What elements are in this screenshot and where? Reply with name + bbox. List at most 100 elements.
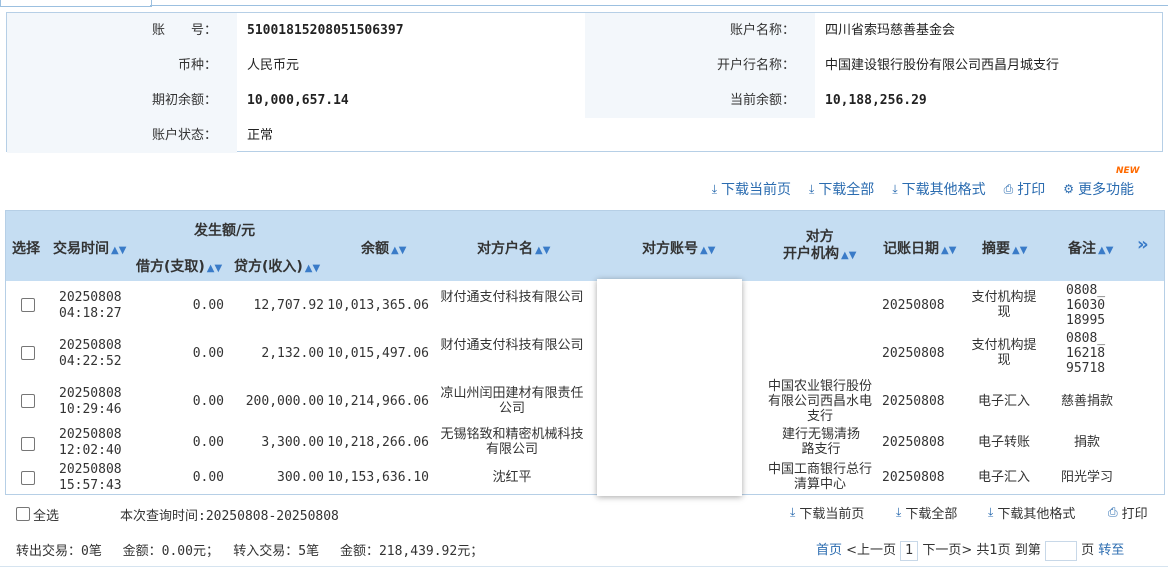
go-button[interactable]: 转至 [1098,543,1124,558]
row-time: 12:02:40 [59,443,122,458]
tab-divider [150,5,1168,6]
footer-download-other-button[interactable]: ⤓ 下载其他格式 [988,503,1075,522]
row-checkbox[interactable] [21,346,35,360]
sort-icon[interactable]: ▲▼ [1098,245,1113,256]
sort-icon[interactable]: ▲▼ [207,263,222,274]
account-name-label: 账户名称： [729,23,795,38]
row-credit: 12,707.92 [253,298,324,313]
credit-header[interactable]: 贷方(收入) ▲▼ [234,256,320,276]
row-debit: 0.00 [192,394,224,409]
currency: 人民币元 [247,58,300,73]
row-counterparty-bank: 中国农业银行股份有限公司西昌水电支行 [768,379,873,424]
footer-summary: 转出交易：0笔 金额：0.00元； 转入交易：5笔 金额：218,439.92元… [0,535,1168,561]
select-all-checkbox[interactable] [16,507,30,521]
table-row[interactable]: 20250808 10:29:46 0.00 200,000.00 10,214… [6,377,1164,425]
row-counterparty-name: 财付通支付科技有限公司 [440,338,584,353]
active-tab[interactable] [0,0,152,7]
time-header-label: 交易时间 [53,241,109,257]
tab-strip [0,0,1168,8]
row-remark: 捐款 [1073,435,1100,450]
row-credit: 300.00 [277,470,324,485]
post-date-header[interactable]: 记账日期 ▲▼ [883,238,956,258]
info-row: 账户状态： 正常 [7,118,1162,153]
current-page[interactable]: 1 [900,540,919,561]
counterparty-name-header[interactable]: 对方户名 ▲▼ [477,238,550,258]
footer-download-page-button[interactable]: ⤓ 下载当前页 [790,503,864,522]
credit-header-label: 贷方(收入) [234,259,303,275]
account-no-label: 账 号： [151,23,217,38]
row-time: 04:22:52 [59,354,122,369]
table-row[interactable]: 20250808 04:18:27 0.00 12,707.92 10,013,… [6,281,1164,329]
sort-icon[interactable]: ▲▼ [841,250,856,261]
footer-print-label: 打印 [1121,507,1148,522]
download-page-button[interactable]: ⤓ 下载当前页 [712,178,791,200]
remark-label: 备注 [1068,241,1096,257]
download-icon: ⤓ [711,181,717,196]
footer-print-button[interactable]: ⎙ 打印 [1108,503,1148,522]
download-icon: ⤓ [892,181,898,196]
row-date: 20250808 [59,338,122,353]
table-row[interactable]: 20250808 04:22:52 0.00 2,132.00 10,015,4… [6,329,1164,377]
row-counterparty-name: 沈红平 [492,470,532,485]
row-summary: 电子转账 [977,435,1030,450]
sort-icon[interactable]: ▲▼ [391,245,406,256]
download-page-label: 下载当前页 [721,182,791,198]
remark-header[interactable]: 备注 ▲▼ [1068,238,1113,258]
prev-page-link[interactable]: <上一页 [846,543,896,558]
sort-icon[interactable]: ▲▼ [305,263,320,274]
table-row[interactable]: 20250808 12:02:40 0.00 3,300.00 10,218,2… [6,425,1164,461]
pagination: 首页 <上一页 1 下一页> 共1页 到第 页 转至 [816,539,1124,561]
sort-icon[interactable]: ▲▼ [700,245,715,256]
more-button[interactable]: ⚙ 更多功能 [1063,178,1134,200]
row-summary: 电子汇入 [977,394,1030,409]
summary-header[interactable]: 摘要 ▲▼ [982,238,1027,258]
print-button[interactable]: ⎙ 打印 [1004,178,1046,200]
first-page-link[interactable]: 首页 [816,543,842,558]
time-header[interactable]: 交易时间 ▲▼ [53,238,126,258]
sort-icon[interactable]: ▲▼ [1012,245,1027,256]
counterparty-account-label: 对方账号 [642,241,698,257]
page-input[interactable] [1044,540,1077,561]
info-row: 账 号： 51001815208051506397 账户名称： 四川省索玛慈善基… [7,13,1162,48]
row-balance: 10,015,497.06 [327,346,429,361]
download-other-button[interactable]: ⤓ 下载其他格式 [892,178,985,200]
counterparty-bank-header[interactable]: 对方 开户机构 ▲▼ [783,229,856,264]
transaction-summary: 转出交易：0笔 金额：0.00元； 转入交易：5笔 金额：218,439.92元… [16,544,484,559]
debit-header[interactable]: 借方(支取) ▲▼ [136,256,222,276]
sort-icon[interactable]: ▲▼ [111,245,126,256]
row-post-date: 20250808 [882,470,945,485]
download-icon: ⤓ [988,505,994,519]
current-balance-label: 当前余额： [729,93,795,108]
row-date: 20250808 [59,427,122,442]
footer-download-page-label: 下载当前页 [799,507,865,522]
row-checkbox[interactable] [21,437,35,451]
bank-label: 开户行名称： [716,58,795,73]
row-checkbox[interactable] [21,298,35,312]
balance-header[interactable]: 余额 ▲▼ [361,238,406,258]
row-post-date: 20250808 [882,298,945,313]
sort-icon[interactable]: ▲▼ [535,245,550,256]
opening-balance: 10,000,657.14 [247,93,349,108]
footer-download-all-button[interactable]: ⤓ 下载全部 [896,503,957,522]
row-balance: 10,214,966.06 [327,394,429,409]
goto-label: 到第 [1014,543,1041,558]
printer-icon: ⎙ [1108,505,1118,519]
opening-balance-label: 期初余额： [151,93,217,108]
sort-icon[interactable]: ▲▼ [941,245,956,256]
download-icon: ⤓ [896,505,902,519]
row-counterparty-name: 凉山州闰田建材有限责任公司 [440,386,584,416]
counterparty-account-header[interactable]: 对方账号 ▲▼ [642,238,715,258]
row-post-date: 20250808 [882,435,945,450]
download-all-button[interactable]: ⤓ 下载全部 [809,178,874,200]
row-date: 20250808 [59,386,122,401]
debit-header-label: 借方(支取) [136,259,205,275]
currency-label: 币种： [177,58,217,73]
table-row[interactable]: 20250808 15:57:43 0.00 300.00 10,153,636… [6,461,1164,494]
select-all-label[interactable]: 全选 [33,505,59,524]
row-credit: 3,300.00 [261,435,324,450]
next-page-link[interactable]: 下一页> [922,543,972,558]
row-checkbox[interactable] [21,394,35,408]
row-checkbox[interactable] [21,471,35,485]
footer-download-all-label: 下载全部 [905,507,958,522]
more-columns-icon[interactable]: » [1137,234,1149,255]
